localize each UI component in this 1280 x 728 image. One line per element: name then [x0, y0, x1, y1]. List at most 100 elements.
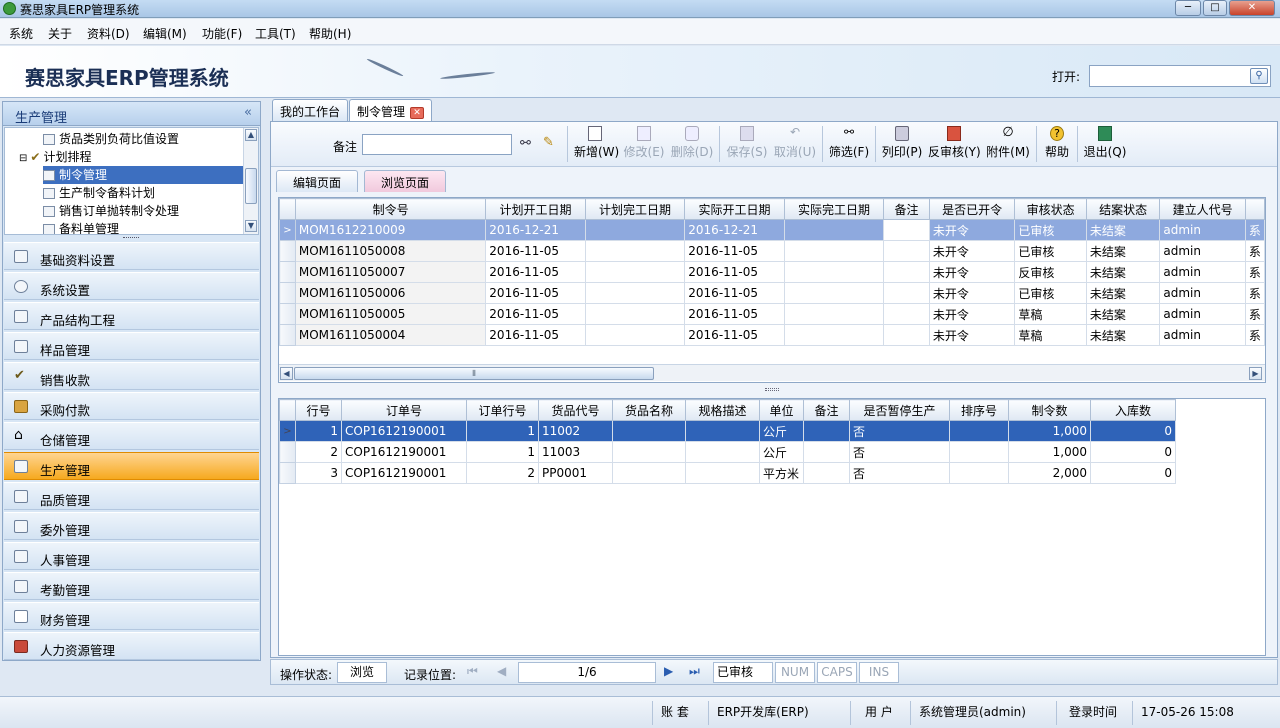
table-cell[interactable]: 2016-11-05: [684, 324, 785, 346]
column-header[interactable]: 制令号: [294, 198, 487, 220]
column-header[interactable]: 实际开工日期: [684, 198, 785, 220]
column-header[interactable]: 订单行号: [466, 399, 539, 421]
table-cell[interactable]: 3: [295, 462, 342, 484]
table-row[interactable]: MOM1611050007 2016-11-05 2016-11-05 未开令 …: [279, 261, 1265, 283]
table-cell[interactable]: 11003: [538, 441, 613, 463]
table-cell[interactable]: 未开令: [928, 219, 1016, 241]
nav-attendance[interactable]: 考勤管理: [4, 572, 259, 600]
menu-about[interactable]: 关于: [48, 25, 72, 42]
table-cell[interactable]: MOM1611050005: [294, 303, 487, 325]
new-button[interactable]: 新增(W): [574, 126, 619, 164]
table-cell[interactable]: 1,000: [1008, 441, 1091, 463]
table-cell[interactable]: [685, 462, 760, 484]
column-header[interactable]: 计划开工日期: [485, 198, 586, 220]
table-cell[interactable]: [883, 240, 930, 262]
column-header[interactable]: 规格描述: [685, 399, 760, 421]
table-cell[interactable]: 未结案: [1085, 261, 1161, 283]
table-cell[interactable]: [883, 324, 930, 346]
table-cell[interactable]: COP1612190001: [341, 420, 467, 442]
table-cell[interactable]: PP0001: [538, 462, 613, 484]
table-cell[interactable]: [783, 261, 885, 283]
edit-button[interactable]: 修改(E): [623, 126, 665, 164]
table-cell[interactable]: 未结案: [1085, 219, 1161, 241]
cancel-button[interactable]: ↶ 取消(U): [773, 126, 817, 164]
scroll-right-icon[interactable]: ▶: [1249, 367, 1262, 380]
scroll-up-icon[interactable]: ▲: [245, 129, 257, 141]
table-cell[interactable]: 未开令: [928, 261, 1016, 283]
collapse-icon[interactable]: «: [244, 105, 252, 120]
column-header[interactable]: 实际完工日期: [783, 198, 885, 220]
table-cell[interactable]: admin: [1159, 282, 1246, 304]
table-cell[interactable]: [584, 261, 686, 283]
table-cell[interactable]: [803, 441, 850, 463]
table-cell[interactable]: [883, 282, 930, 304]
attachment-button[interactable]: ∅ 附件(M): [985, 126, 1031, 164]
table-cell[interactable]: MOM1611050008: [294, 240, 487, 262]
table-cell[interactable]: 否: [849, 420, 950, 442]
column-header[interactable]: 备注: [803, 399, 850, 421]
first-record-button[interactable]: ⏮: [467, 664, 478, 679]
binoculars-icon[interactable]: ⚯: [520, 136, 531, 151]
help-button[interactable]: ? 帮助: [1043, 126, 1071, 164]
table-cell[interactable]: MOM1611050006: [294, 282, 487, 304]
table-row[interactable]: > MOM1612210009 2016-12-21 2016-12-21 未开…: [279, 219, 1265, 241]
column-header[interactable]: 货品代号: [538, 399, 613, 421]
column-header[interactable]: 行号: [295, 399, 342, 421]
scroll-thumb[interactable]: ⦀: [294, 367, 654, 380]
column-header[interactable]: 备注: [883, 198, 930, 220]
column-header[interactable]: 建立人代号: [1159, 198, 1246, 220]
tab-workbench[interactable]: 我的工作台: [272, 99, 349, 121]
column-header[interactable]: 审核状态: [1014, 198, 1087, 220]
table-cell[interactable]: admin: [1159, 303, 1246, 325]
table-row[interactable]: MOM1611050006 2016-11-05 2016-11-05 未开令 …: [279, 282, 1265, 304]
menu-tools[interactable]: 工具(T): [255, 25, 296, 42]
table-cell[interactable]: 2: [466, 462, 539, 484]
table-cell[interactable]: 公斤: [759, 420, 804, 442]
table-cell[interactable]: 未结案: [1085, 303, 1161, 325]
table-cell[interactable]: 已审核: [1014, 282, 1087, 304]
horizontal-scrollbar[interactable]: ◀ ⦀ ▶: [279, 364, 1265, 381]
table-cell[interactable]: admin: [1159, 324, 1246, 346]
table-cell[interactable]: 公斤: [759, 441, 804, 463]
scroll-left-icon[interactable]: ◀: [280, 367, 293, 380]
column-header[interactable]: 是否已开令: [928, 198, 1016, 220]
filter-clear-icon[interactable]: ✎: [543, 135, 554, 150]
table-row[interactable]: MOM1611050008 2016-11-05 2016-11-05 未开令 …: [279, 240, 1265, 262]
table-cell[interactable]: admin: [1159, 261, 1246, 283]
table-cell[interactable]: admin: [1159, 219, 1246, 241]
table-cell[interactable]: [783, 303, 885, 325]
tab-browse-page[interactable]: 浏览页面: [364, 170, 447, 192]
table-cell[interactable]: MOM1612210009: [294, 219, 487, 241]
minimize-button[interactable]: ─: [1175, 0, 1201, 16]
table-cell[interactable]: [783, 324, 885, 346]
table-cell[interactable]: MOM1611050007: [294, 261, 487, 283]
table-cell[interactable]: [685, 420, 760, 442]
table-cell[interactable]: 未结案: [1085, 240, 1161, 262]
menu-data[interactable]: 资料(D): [87, 25, 130, 42]
table-cell[interactable]: 2: [295, 441, 342, 463]
table-cell[interactable]: 未开令: [928, 240, 1016, 262]
nav-basic-data[interactable]: 基础资料设置: [4, 242, 259, 270]
table-cell[interactable]: 草稿: [1014, 303, 1087, 325]
table-cell[interactable]: [584, 219, 686, 241]
sidebar-splitter[interactable]: [123, 237, 139, 240]
table-cell[interactable]: 2016-11-05: [485, 324, 586, 346]
menu-function[interactable]: 功能(F): [202, 25, 242, 42]
table-cell[interactable]: [584, 303, 686, 325]
table-cell[interactable]: [883, 261, 930, 283]
column-header[interactable]: 是否暂停生产: [849, 399, 950, 421]
tree-item-order-mgmt[interactable]: 制令管理: [43, 166, 243, 184]
prev-record-button[interactable]: ◀: [497, 664, 506, 678]
exit-button[interactable]: 退出(Q): [1083, 126, 1127, 164]
tree-item-material-plan[interactable]: 生产制令备料计划: [43, 184, 155, 202]
table-cell[interactable]: 1,000: [1008, 420, 1091, 442]
nav-quality[interactable]: 品质管理: [4, 482, 259, 510]
column-header[interactable]: 货品名称: [612, 399, 686, 421]
table-cell[interactable]: [612, 462, 686, 484]
table-cell[interactable]: 反审核: [1014, 261, 1087, 283]
column-header[interactable]: 结案状态: [1085, 198, 1161, 220]
nav-purchase-payments[interactable]: 采购付款: [4, 392, 259, 420]
table-cell[interactable]: 1: [295, 420, 342, 442]
column-header[interactable]: [1244, 198, 1265, 220]
table-cell[interactable]: 11002: [538, 420, 613, 442]
